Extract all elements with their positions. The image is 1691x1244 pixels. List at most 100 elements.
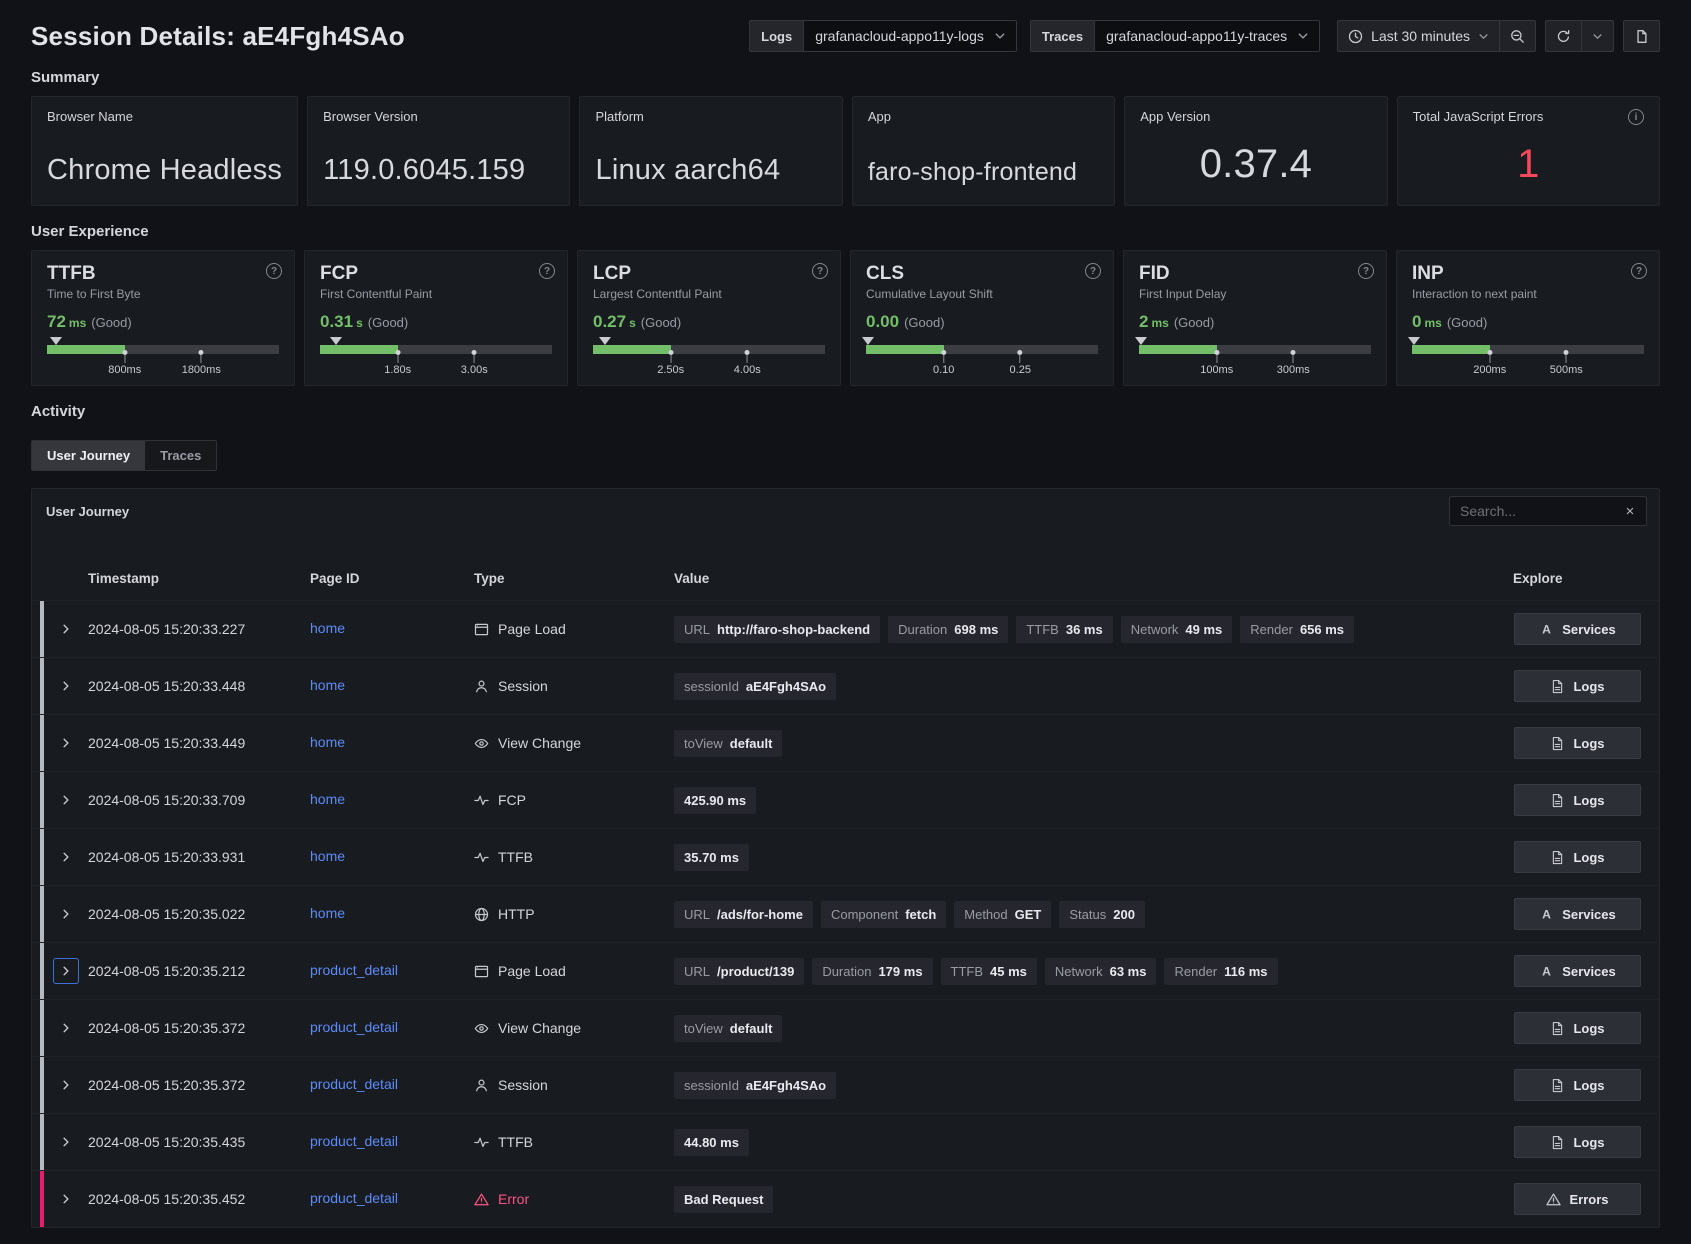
page-id-link[interactable]: home [310, 677, 345, 693]
expand-row-button[interactable] [54, 1187, 78, 1211]
tick-stem [124, 355, 125, 363]
row-page-cell: home [310, 734, 474, 752]
chip-label: URL [684, 907, 710, 922]
logs-icon [1550, 1021, 1565, 1036]
traces-datasource-select[interactable]: grafanacloud-appo11y-traces [1094, 20, 1320, 52]
expand-row-button[interactable] [54, 617, 78, 641]
value-chip: 44.80 ms [674, 1129, 749, 1156]
expand-row-button[interactable] [54, 1073, 78, 1097]
row-timestamp: 2024-08-05 15:20:33.449 [88, 735, 310, 751]
chip-value: Bad Request [684, 1192, 763, 1207]
tick-stem [1216, 355, 1217, 363]
search-input[interactable] [1449, 496, 1647, 526]
refresh-interval-button[interactable] [1581, 21, 1613, 51]
services-icon: A [1539, 622, 1554, 637]
page-id-link[interactable]: home [310, 791, 345, 807]
close-icon[interactable]: × [1619, 500, 1641, 522]
explore-services-button[interactable]: AServices [1514, 898, 1641, 930]
explore-services-button[interactable]: AServices [1514, 613, 1641, 645]
summary-card-value: 119.0.6045.159 [323, 154, 554, 187]
help-icon[interactable]: ? [539, 263, 555, 279]
page-id-link[interactable]: product_detail [310, 962, 398, 978]
topbar-controls: Logs grafanacloud-appo11y-logs Traces gr… [749, 20, 1660, 52]
help-icon[interactable]: ? [1631, 263, 1647, 279]
vital-number: 0.27 [593, 312, 626, 331]
help-icon[interactable]: ? [1085, 263, 1101, 279]
explore-button-label: Errors [1569, 1192, 1608, 1207]
topbar: Session Details: aE4Fgh4SAo Logs grafana… [31, 0, 1660, 52]
explore-services-button[interactable]: AServices [1514, 955, 1641, 987]
explore-errors-button[interactable]: Errors [1514, 1183, 1641, 1215]
vital-name: Time to First Byte [47, 287, 279, 301]
chip-label: toView [684, 736, 723, 751]
report-button[interactable] [1624, 21, 1659, 51]
explore-logs-button[interactable]: Logs [1514, 1012, 1641, 1044]
vital-value: 0.00(Good) [866, 312, 1098, 332]
vital-gauge: 800ms1800ms [47, 345, 279, 354]
eye-icon [474, 736, 489, 751]
row-values: URL/ads/for-homeComponentfetchMethodGETS… [674, 901, 1489, 928]
page-id-link[interactable]: product_detail [310, 1076, 398, 1092]
zoom-out-button[interactable] [1499, 21, 1535, 51]
chip-label: sessionId [684, 679, 739, 694]
vital-threshold-tick: 200ms [1473, 350, 1506, 376]
tick-label: 1800ms [182, 364, 221, 376]
services-icon: A [1539, 964, 1554, 979]
expand-row-button[interactable] [54, 845, 78, 869]
page-id-link[interactable]: product_detail [310, 1019, 398, 1035]
help-icon[interactable]: ? [1358, 263, 1374, 279]
row-values: sessionIdaE4Fgh4SAo [674, 673, 1489, 700]
help-icon[interactable]: ? [266, 263, 282, 279]
explore-logs-button[interactable]: Logs [1514, 670, 1641, 702]
refresh-button[interactable] [1546, 21, 1581, 51]
summary-card-value: Chrome Headless [47, 154, 282, 187]
expand-row-button[interactable] [54, 1016, 78, 1040]
row-type-label: Error [498, 1191, 529, 1207]
expand-row-button[interactable] [54, 959, 78, 983]
explore-logs-button[interactable]: Logs [1514, 1126, 1641, 1158]
chip-label: URL [684, 964, 710, 979]
help-icon[interactable]: ? [812, 263, 828, 279]
vital-marker [862, 337, 874, 345]
page-id-link[interactable]: product_detail [310, 1190, 398, 1206]
column-header-explore: Explore [1489, 571, 1659, 586]
tab-traces[interactable]: Traces [145, 441, 216, 470]
explore-logs-button[interactable]: Logs [1514, 841, 1641, 873]
page-id-link[interactable]: home [310, 905, 345, 921]
svg-text:A: A [1542, 964, 1551, 978]
expand-row-button[interactable] [54, 788, 78, 812]
time-range-button[interactable]: Last 30 minutes [1338, 21, 1499, 51]
table-row: 2024-08-05 15:20:33.709homeFCP425.90 msL… [32, 771, 1659, 828]
tab-user-journey[interactable]: User Journey [32, 441, 145, 470]
page-id-link[interactable]: home [310, 620, 345, 636]
web-vital-card: TTFBTime to First Byte?72ms(Good)800ms18… [31, 250, 295, 386]
summary-card-header: App [868, 109, 1099, 124]
clock-icon [1348, 29, 1363, 44]
explore-logs-button[interactable]: Logs [1514, 784, 1641, 816]
page-id-link[interactable]: product_detail [310, 1133, 398, 1149]
expand-row-button[interactable] [54, 674, 78, 698]
pulse-icon [474, 1135, 489, 1150]
tick-label: 300ms [1277, 364, 1310, 376]
logs-datasource-select[interactable]: grafanacloud-appo11y-logs [803, 20, 1017, 52]
page-id-link[interactable]: home [310, 734, 345, 750]
row-explore: Logs [1489, 1126, 1659, 1158]
value-chip: Duration179 ms [812, 958, 932, 985]
row-timestamp: 2024-08-05 15:20:33.931 [88, 849, 310, 865]
expand-row-button[interactable] [54, 1130, 78, 1154]
explore-logs-button[interactable]: Logs [1514, 727, 1641, 759]
chevron-right-icon [60, 680, 72, 692]
panel-title: User Journey [46, 504, 129, 519]
help-icon: ? [1358, 263, 1374, 279]
row-timestamp: 2024-08-05 15:20:35.435 [88, 1134, 310, 1150]
row-explore: Logs [1489, 1012, 1659, 1044]
row-timestamp: 2024-08-05 15:20:33.709 [88, 792, 310, 808]
chip-value: default [730, 1021, 773, 1036]
vital-name: Largest Contentful Paint [593, 287, 825, 301]
expand-row-button[interactable] [54, 731, 78, 755]
expand-row-button[interactable] [54, 902, 78, 926]
panel-header: User Journey × [32, 489, 1659, 526]
chip-label: Status [1069, 907, 1106, 922]
explore-logs-button[interactable]: Logs [1514, 1069, 1641, 1101]
page-id-link[interactable]: home [310, 848, 345, 864]
